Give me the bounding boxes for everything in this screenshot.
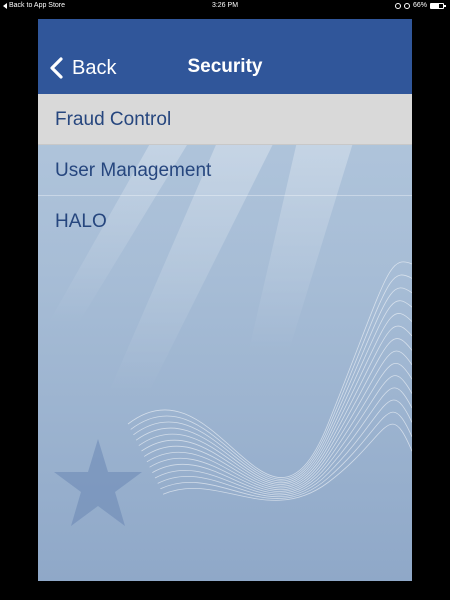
menu-item-halo[interactable]: HALO <box>38 196 412 247</box>
app-screen: Back Security Fraud Control User Managem… <box>38 19 412 581</box>
battery-fill <box>431 4 439 8</box>
menu-item-user-management[interactable]: User Management <box>38 145 412 196</box>
location-icon <box>403 3 410 9</box>
page-title: Security <box>187 56 263 77</box>
menu-item-fraud-control[interactable]: Fraud Control <box>38 94 412 145</box>
wave-line <box>152 375 412 494</box>
battery-icon <box>430 3 446 9</box>
navigation-bar: Back Security <box>38 19 412 94</box>
wave-line <box>149 362 412 492</box>
status-time: 3:26 PM <box>211 2 239 9</box>
orientation-lock-icon <box>394 3 401 9</box>
status-indicators: 66% <box>394 0 446 12</box>
battery-percent: 66% <box>412 2 427 9</box>
security-menu: Fraud Control User Management HALO <box>38 94 412 247</box>
star-icon <box>54 439 142 526</box>
status-bar: Back to App Store 3:26 PM 66% <box>0 0 450 12</box>
